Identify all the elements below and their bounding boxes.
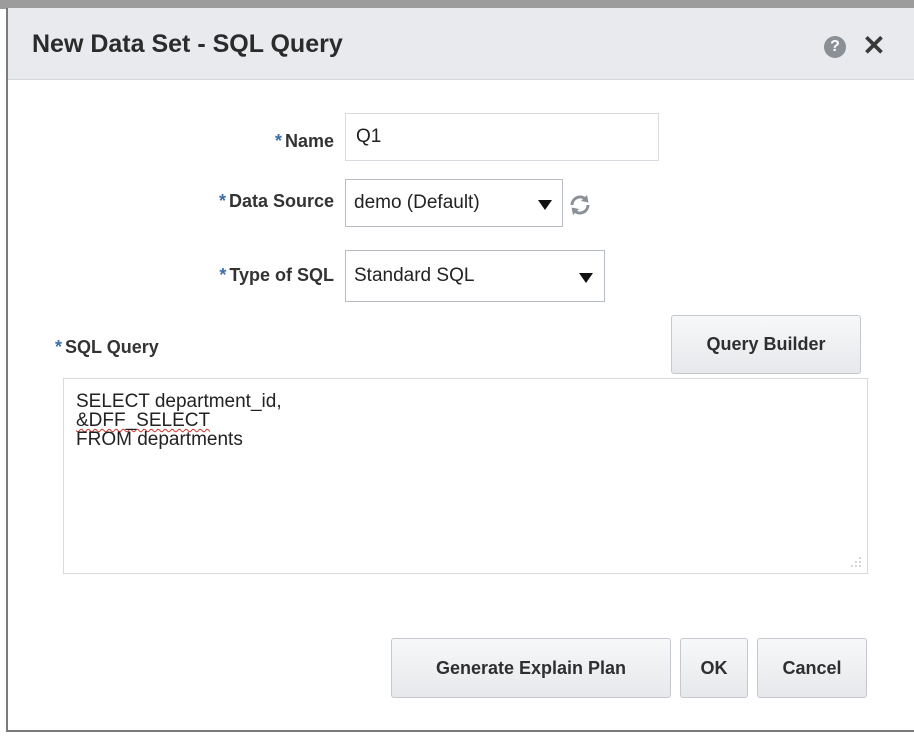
sql-query-editor[interactable]: SELECT department_id, &DFF_SELECT FROM d…: [63, 378, 868, 574]
sql-type-label-text: Type of SQL: [229, 265, 334, 285]
name-label: * Name: [275, 131, 334, 152]
close-icon[interactable]: ✕: [858, 30, 890, 62]
sql-query-label-text: SQL Query: [65, 337, 159, 357]
name-input[interactable]: Q1: [345, 113, 659, 161]
chevron-down-icon: [579, 273, 593, 283]
sql-type-label: * Type of SQL: [219, 265, 334, 286]
required-marker: *: [274, 131, 282, 151]
new-data-set-dialog: New Data Set - SQL Query ? ✕ * Name Q1 * D…: [6, 8, 914, 732]
sql-line: &DFF_SELECT: [76, 410, 211, 431]
name-label-text: Name: [284, 131, 334, 151]
sql-type-value: Standard SQL: [354, 265, 475, 286]
sql-line: SELECT department_id,: [76, 391, 282, 412]
name-input-value: Q1: [356, 126, 382, 147]
cancel-button[interactable]: Cancel: [757, 638, 867, 698]
query-builder-button[interactable]: Query Builder: [671, 315, 861, 374]
sql-line: FROM departments: [76, 429, 243, 450]
data-source-label: * Data Source: [219, 191, 334, 212]
required-marker: *: [219, 265, 227, 285]
dialog-titlebar: New Data Set - SQL Query ? ✕: [8, 8, 914, 80]
generate-explain-plan-button[interactable]: Generate Explain Plan: [391, 638, 671, 698]
resize-grip-icon[interactable]: [851, 557, 861, 567]
chevron-down-icon: [538, 200, 552, 210]
data-source-label-text: Data Source: [228, 191, 334, 211]
dialog-title: New Data Set - SQL Query: [32, 30, 343, 58]
data-source-select[interactable]: demo (Default): [345, 179, 563, 227]
sql-type-select[interactable]: Standard SQL: [345, 250, 605, 302]
sql-query-label: * SQL Query: [55, 337, 159, 358]
required-marker: *: [218, 191, 226, 211]
help-icon[interactable]: ?: [824, 36, 846, 58]
refresh-icon[interactable]: [568, 193, 592, 217]
required-marker: *: [55, 337, 63, 357]
screen-background: New Data Set - SQL Query ? ✕ * Name Q1 * D…: [0, 0, 914, 741]
data-source-value: demo (Default): [354, 192, 480, 213]
ok-button[interactable]: OK: [680, 638, 748, 698]
